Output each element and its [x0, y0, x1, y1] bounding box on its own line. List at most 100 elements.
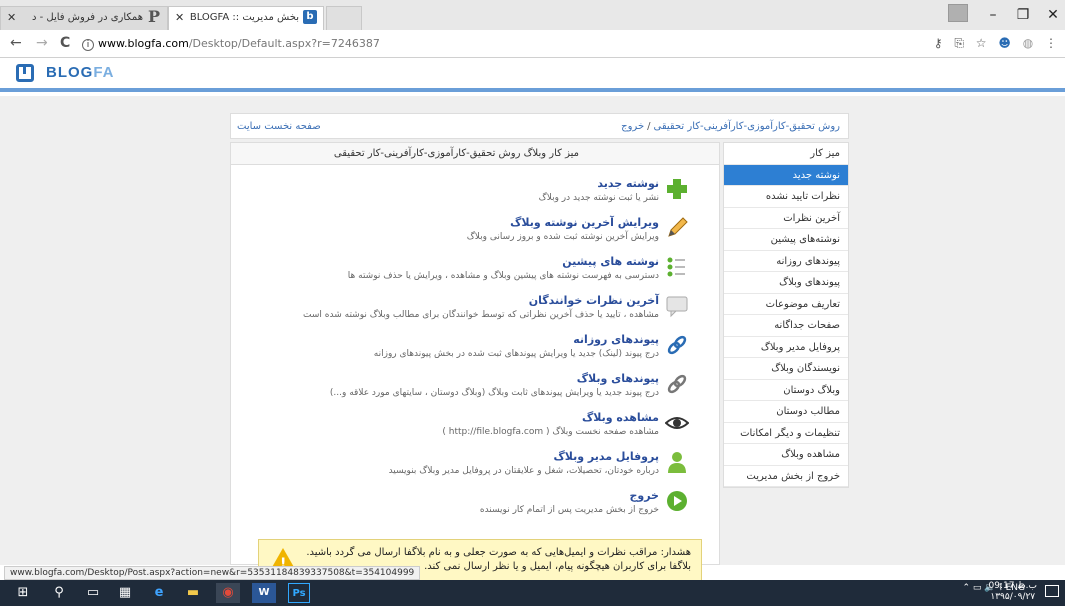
entry-title[interactable]: پروفایل مدیر وبلاگ: [554, 450, 659, 463]
tab-hamkari[interactable]: ✕ P همکاری در فروش فایل - د: [0, 6, 168, 30]
maximize-button[interactable]: ❐: [1006, 2, 1040, 28]
blogfa-favicon-icon: b: [303, 10, 317, 24]
list-icon: [667, 257, 685, 277]
link-gray-icon: [667, 374, 687, 394]
word-icon[interactable]: W: [252, 583, 276, 603]
clock-date: ۱۳۹۵/۰۹/۲۷: [990, 592, 1036, 602]
key-icon[interactable]: ⚷: [934, 36, 943, 50]
reload-button[interactable]: C: [60, 35, 70, 51]
pinterest-favicon-icon: P: [147, 7, 161, 26]
tab-blogfa-admin[interactable]: ✕ b بخش مدیریت :: BLOGFA: [168, 6, 324, 30]
dashboard-entry-daily-links[interactable]: پیوندهای روزانه درج پیوند (لینک) جدید یا…: [249, 331, 689, 365]
pencil-icon: [668, 217, 688, 237]
sidebar-item-daily-links[interactable]: پیوندهای روزانه: [724, 251, 848, 272]
browser-profile-icon[interactable]: [948, 4, 968, 22]
edge-browser-icon[interactable]: e: [148, 583, 170, 603]
dashboard-panel: میز کار وبلاگ روش تحقیق-کارآموزی-کارآفری…: [230, 142, 720, 565]
extension-icon[interactable]: ◍: [1023, 36, 1033, 50]
minimize-button[interactable]: –: [976, 2, 1010, 28]
dashboard-entry-view-blog[interactable]: مشاهده وبلاگ مشاهده صفحه نخست وبلاگ ( ht…: [249, 409, 689, 443]
sidebar-item-friend-blogs[interactable]: وبلاگ دوستان: [724, 380, 848, 401]
calculator-icon[interactable]: ▦: [116, 583, 134, 603]
windows-taskbar: ⊞ ⚲ ▭ ▦ e ▬ ◉ W Ps ⌃ ▭ 🔈 ⌇ ENG 09:17 ب.ظ…: [0, 580, 1065, 606]
entry-description: درج پیوند جدید یا ویرایش پیوندهای ثابت و…: [329, 388, 659, 398]
sidebar-item-new-post[interactable]: نوشته جدید: [724, 164, 848, 186]
sidebar-item-pending-comments[interactable]: نظرات تایید نشده: [724, 186, 848, 208]
entry-title[interactable]: نوشته جدید: [597, 177, 659, 190]
sidebar-item-categories[interactable]: تعاریف موضوعات: [724, 294, 848, 315]
comment-icon: [666, 296, 688, 318]
dashboard-entry-edit-last-post[interactable]: ویرایش آخرین نوشته وبلاگ ویرایش آخرین نو…: [249, 214, 689, 248]
sidebar-item-previous-posts[interactable]: نوشته‌های پیشین: [724, 229, 848, 251]
sidebar-item-latest-comments[interactable]: آخرین نظرات: [724, 208, 848, 229]
close-window-button[interactable]: ✕: [1036, 2, 1065, 28]
file-explorer-icon[interactable]: ▬: [182, 583, 204, 603]
sidebar-item-view-blog[interactable]: مشاهده وبلاگ: [724, 444, 848, 466]
extension-profile-icon[interactable]: ☻: [998, 36, 1011, 50]
url-path: /Desktop/Default.aspx?r=7246387: [188, 37, 380, 50]
breadcrumb-separator: /: [647, 121, 651, 132]
site-home-link[interactable]: صفحه نخست سایت: [237, 121, 321, 132]
dashboard-entry-profile[interactable]: پروفایل مدیر وبلاگ درباره خودتان، تحصیلا…: [249, 448, 689, 482]
entry-title[interactable]: ویرایش آخرین نوشته وبلاگ: [510, 216, 659, 229]
sidebar-item-pages[interactable]: صفحات جداگانه: [724, 315, 848, 337]
tab-close-icon[interactable]: ✕: [7, 11, 16, 24]
blogfa-logo-text[interactable]: BLOGFA: [46, 64, 115, 81]
entry-title[interactable]: خروج: [629, 489, 659, 502]
start-windows-icon[interactable]: ⊞: [14, 583, 32, 603]
browser-toolbar-icons: ⚷ ⎘ ☆ ☻ ◍ ⋮: [926, 36, 1057, 51]
url-input[interactable]: i www.blogfa.com/Desktop/Default.aspx?r=7…: [82, 37, 380, 51]
dashboard-entry-blog-links[interactable]: پیوندهای وبلاگ درج پیوند جدید یا ویرایش …: [249, 370, 689, 404]
breadcrumb: روش تحقیق-کارآموزی-کارآفرینی-کار تحقیقی/…: [230, 113, 849, 139]
sidebar-menu: میز کار نوشته جدید نظرات تایید نشده آخری…: [723, 142, 849, 488]
entry-description: ویرایش آخرین نوشته ثبت شده و بروز رسانی …: [466, 232, 659, 242]
sidebar-item-friend-posts[interactable]: مطالب دوستان: [724, 401, 848, 423]
status-url-bar: www.blogfa.com/Desktop/Post.aspx?action=…: [4, 566, 421, 580]
entry-title[interactable]: نوشته های پیشین: [562, 255, 659, 268]
tab-label: همکاری در فروش فایل - د: [31, 12, 143, 23]
sidebar-item-blog-links[interactable]: پیوندهای وبلاگ: [724, 272, 848, 294]
search-icon[interactable]: ⚲: [50, 583, 68, 603]
clock-time: 09:17 ب.ظ: [988, 581, 1037, 591]
entry-title[interactable]: آخرین نظرات خوانندگان: [529, 294, 659, 307]
chrome-icon[interactable]: ◉: [216, 583, 240, 603]
sidebar-item-authors[interactable]: نویسندگان وبلاگ: [724, 358, 848, 380]
browser-tabstrip: ✕ P همکاری در فروش فایل - د ✕ b بخش مدیر…: [0, 0, 1065, 30]
task-view-icon[interactable]: ▭: [84, 583, 102, 603]
bookmark-star-icon[interactable]: ☆: [976, 36, 987, 50]
back-button[interactable]: ←: [10, 35, 22, 51]
blogfa-logo-icon[interactable]: [16, 64, 34, 82]
entry-description: نشر یا ثبت نوشته جدید در وبلاگ: [538, 193, 659, 203]
translate-icon[interactable]: ⎘: [954, 36, 964, 50]
plus-icon: [667, 179, 687, 199]
dashboard-entry-previous-posts[interactable]: نوشته های پیشین دسترسی به فهرست نوشته ها…: [249, 253, 689, 287]
breadcrumb-exit-link[interactable]: خروج: [621, 121, 644, 132]
sidebar-item-logout[interactable]: خروج از بخش مدیریت: [724, 466, 848, 487]
photoshop-icon[interactable]: Ps: [288, 583, 310, 603]
url-host: www.blogfa.com: [98, 37, 189, 50]
breadcrumb-blog-link[interactable]: روش تحقیق-کارآموزی-کارآفرینی-کار تحقیقی: [654, 121, 841, 132]
eye-icon: [665, 417, 689, 429]
notification-center-icon[interactable]: [1045, 585, 1059, 597]
entry-description: درباره خودتان، تحصیلات، شغل و علایقتان د…: [388, 466, 659, 476]
entry-title[interactable]: پیوندهای روزانه: [573, 333, 659, 346]
breadcrumb-trail: روش تحقیق-کارآموزی-کارآفرینی-کار تحقیقی/…: [621, 121, 840, 132]
dashboard-entry-exit[interactable]: خروج خروج از بخش مدیریت پس از اتمام کار …: [249, 487, 689, 521]
sidebar-item-settings[interactable]: تنظیمات و دیگر امکانات: [724, 423, 848, 444]
site-info-icon[interactable]: i: [82, 39, 94, 51]
entry-description: دسترسی به فهرست نوشته های پیشین وبلاگ و …: [347, 271, 659, 281]
clock[interactable]: 09:17 ب.ظ ۱۳۹۵/۰۹/۲۷: [989, 581, 1037, 603]
entry-description: مشاهده ، تایید یا حذف آخرین نظراتی که تو…: [303, 310, 659, 320]
tab-close-icon[interactable]: ✕: [175, 11, 184, 24]
dashboard-entry-latest-comments[interactable]: آخرین نظرات خوانندگان مشاهده ، تایید یا …: [249, 292, 689, 326]
dashboard-entry-new-post[interactable]: نوشته جدید نشر یا ثبت نوشته جدید در وبلا…: [249, 175, 689, 209]
browser-menu-icon[interactable]: ⋮: [1045, 36, 1057, 50]
sidebar-item-dashboard[interactable]: میز کار: [724, 143, 848, 165]
warning-line-1: هشدار: مراقب نظرات و ایمیل‌هایی که به صو…: [306, 547, 691, 558]
entry-title[interactable]: پیوندهای وبلاگ: [577, 372, 659, 385]
blogfa-header: BLOGFA: [0, 58, 1065, 92]
sidebar-item-profile[interactable]: پروفایل مدیر وبلاگ: [724, 337, 848, 358]
forward-button[interactable]: →: [36, 35, 48, 51]
new-tab-button[interactable]: [326, 6, 362, 30]
entry-title[interactable]: مشاهده وبلاگ: [582, 411, 659, 424]
